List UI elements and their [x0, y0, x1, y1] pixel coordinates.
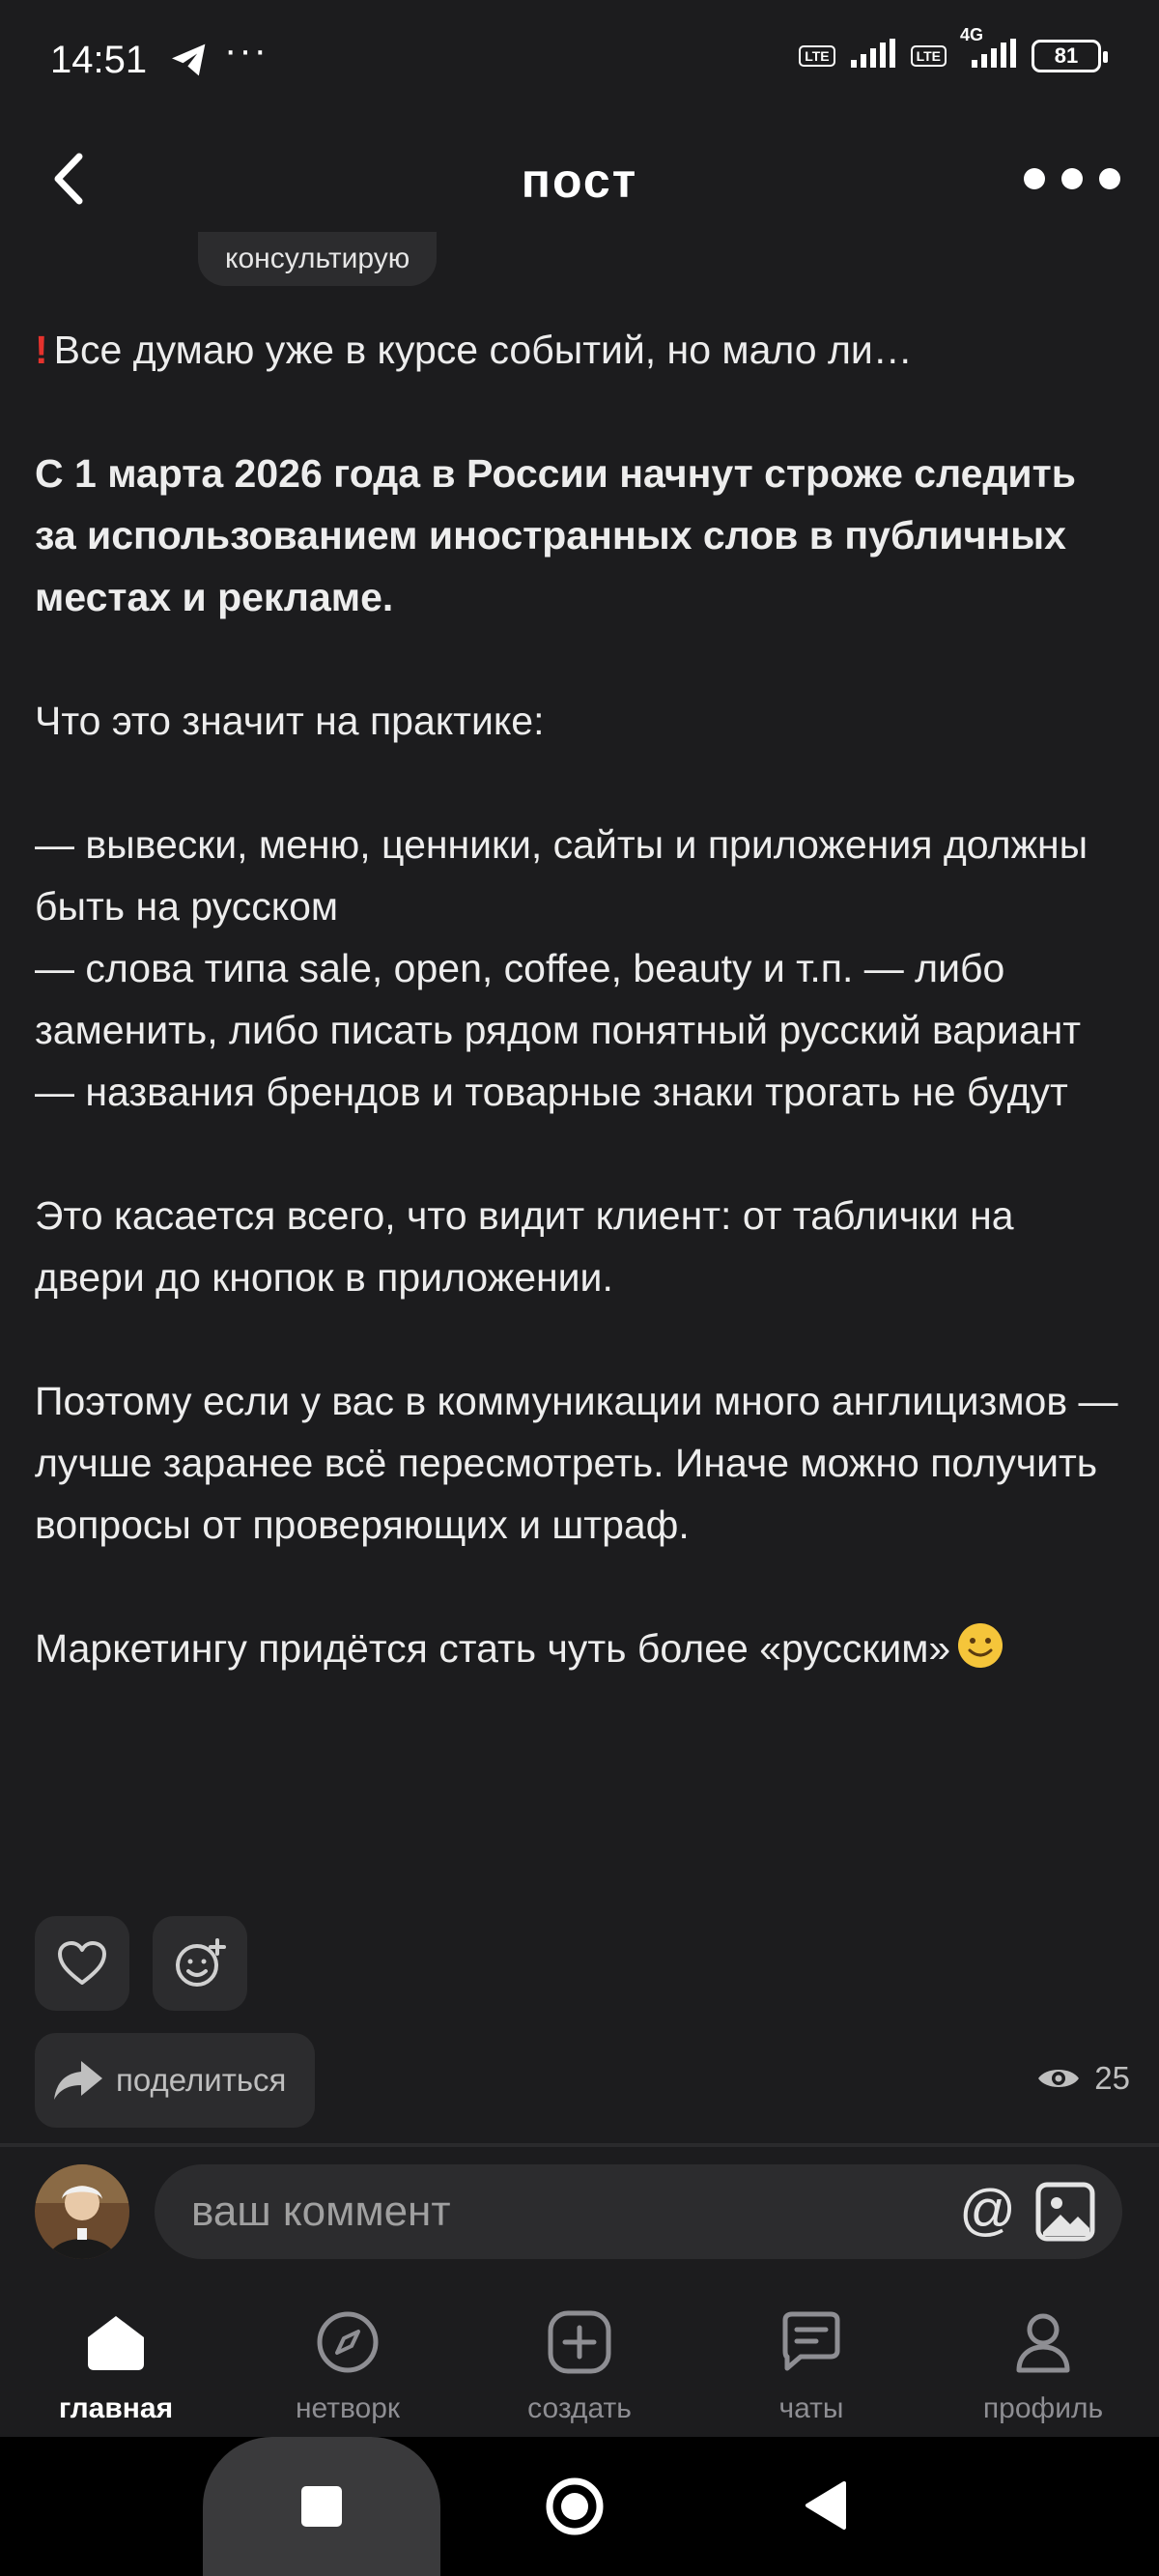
- post-intro-text: Все думаю уже в курсе событий, но мало л…: [53, 328, 913, 372]
- signal-icon: [849, 39, 897, 72]
- nav-create-label: создать: [527, 2392, 632, 2424]
- dot-icon: [1099, 168, 1120, 189]
- home-icon: [81, 2307, 151, 2377]
- views-count: 25: [1094, 2060, 1130, 2096]
- circle-icon: [546, 2477, 604, 2535]
- author-tag-chip[interactable]: консультирую: [198, 232, 438, 286]
- battery-level: 81: [1054, 43, 1079, 68]
- comment-input[interactable]: [189, 2187, 869, 2237]
- post-paragraph-1: Что это значит на практике:: [35, 699, 545, 743]
- nav-profile-label: профиль: [982, 2392, 1104, 2424]
- share-label: поделиться: [116, 2062, 287, 2098]
- telegram-icon: [170, 43, 209, 82]
- post-headline: С 1 марта 2026 года в России начнут стро…: [35, 451, 1076, 619]
- post-paragraph-3: Поэтому если у вас в коммуникации много …: [35, 1379, 1118, 1547]
- battery-icon: 81: [1032, 39, 1108, 72]
- post-intro: ! Все думаю уже в курсе событий, но мало …: [35, 319, 1126, 381]
- post-bullet-3: — названия брендов и товарные знаки трог…: [35, 1070, 1068, 1114]
- volte-icon: LTE: [799, 44, 835, 67]
- image-icon: [1035, 2182, 1095, 2242]
- network-type: 4G: [960, 25, 984, 44]
- page-title: пост: [521, 154, 638, 208]
- nav-chats[interactable]: чаты: [695, 2290, 927, 2435]
- dot-icon: [1061, 168, 1083, 189]
- reaction-row: [35, 1916, 247, 2011]
- nav-network[interactable]: нетворк: [232, 2290, 464, 2435]
- author-tag-label: консультирую: [225, 243, 410, 274]
- status-time: 14:51: [50, 39, 148, 81]
- user-icon: [1008, 2307, 1078, 2377]
- nav-chats-label: чаты: [778, 2392, 844, 2424]
- volte-icon-2: LTE: [910, 44, 947, 67]
- mention-button[interactable]: @: [959, 2182, 1016, 2240]
- chat-icon: [777, 2307, 846, 2377]
- nav-network-label: нетворк: [295, 2392, 401, 2424]
- share-button[interactable]: поделиться: [35, 2033, 315, 2128]
- status-bar: 14:51 ··· LTE LTE 4G 81: [0, 0, 1159, 126]
- post-paragraph-2: Это касается всего, что видит клиент: от…: [35, 1193, 1014, 1300]
- system-navigation-bar: [0, 2437, 1159, 2576]
- recent-apps-button[interactable]: [203, 2437, 440, 2576]
- attach-image-button[interactable]: [1035, 2182, 1095, 2247]
- add-emoji-icon: [176, 1938, 226, 1987]
- like-button[interactable]: [35, 1916, 129, 2011]
- square-icon: [301, 2486, 342, 2527]
- home-system-button[interactable]: [544, 2476, 606, 2537]
- signal-4g-icon: 4G: [960, 25, 1018, 72]
- smile-emoji-icon: [958, 1623, 1004, 1668]
- divider: [0, 2143, 1159, 2147]
- triangle-back-icon: [806, 2481, 846, 2530]
- comment-bar: @: [0, 2164, 1159, 2261]
- status-more-indicator: ···: [224, 29, 269, 72]
- post-bullet-2: — слова типа sale, open, coffee, beauty …: [35, 946, 1082, 1052]
- post-body: ! Все думаю уже в курсе событий, но мало …: [35, 319, 1126, 1679]
- post-paragraph-4-text: Маркетингу придётся стать чуть более «ру…: [35, 1626, 951, 1671]
- nav-profile[interactable]: профиль: [927, 2290, 1159, 2435]
- comment-input-container: @: [155, 2164, 1122, 2259]
- top-bar: пост: [0, 126, 1159, 232]
- post-paragraph-4: Маркетингу придётся стать чуть более «ру…: [35, 1617, 1126, 1679]
- add-reaction-button[interactable]: [153, 1916, 247, 2011]
- nav-home[interactable]: главная: [0, 2290, 232, 2435]
- bottom-navigation: главная нетворк создать чаты профиль: [0, 2290, 1159, 2435]
- dot-icon: [1024, 168, 1045, 189]
- post-bullet-1: — вывески, меню, ценники, сайты и прилож…: [35, 822, 1088, 929]
- share-arrow-icon: [54, 2061, 102, 2100]
- nav-create[interactable]: создать: [464, 2290, 695, 2435]
- compass-icon: [313, 2307, 382, 2377]
- avatar[interactable]: [35, 2164, 129, 2259]
- heart-icon: [58, 1941, 106, 1985]
- back-system-button[interactable]: [804, 2479, 848, 2536]
- eye-icon: [1038, 2070, 1080, 2087]
- exclamation-icon: !: [35, 328, 48, 372]
- plus-square-icon: [545, 2307, 614, 2377]
- nav-home-label: главная: [58, 2392, 174, 2424]
- views-counter: 25: [1036, 2060, 1130, 2097]
- status-indicators: LTE LTE 4G 81: [799, 25, 1108, 72]
- more-options-button[interactable]: [1024, 164, 1120, 193]
